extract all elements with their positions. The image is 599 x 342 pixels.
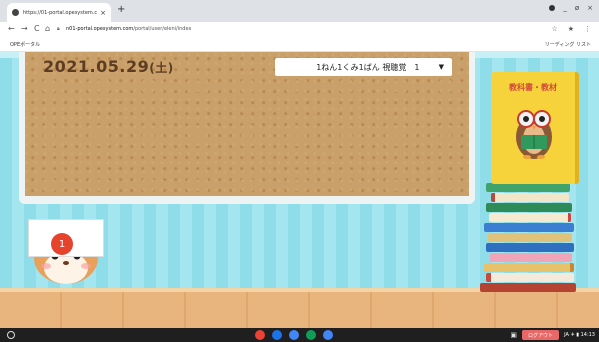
class-select-value: 1ねん1くみ1ばん 視聴覚 1 [316, 62, 420, 72]
url-path: /portal/user/eleni/index [133, 26, 192, 32]
close-window-button[interactable]: × [587, 4, 593, 12]
reload-button[interactable]: C [34, 24, 40, 33]
docs-app-icon[interactable] [289, 330, 299, 340]
book-blue [484, 223, 574, 232]
files-app-icon[interactable] [272, 330, 282, 340]
seal-badge[interactable]: 1 [51, 233, 73, 255]
profile-icon[interactable] [549, 5, 556, 11]
home-button[interactable]: ⌂ [45, 24, 50, 33]
shelf-apps [255, 330, 333, 340]
book-white [489, 213, 571, 222]
book-yellow [484, 263, 574, 272]
dropdown-arrow-icon: ▼ [438, 63, 444, 71]
address-toolbar: ← → C ⌂ 🔒︎ n01-portal.opesystem.com/port… [0, 22, 599, 39]
url-host: n01-portal.opesystem.com [66, 26, 134, 32]
logout-button[interactable]: ログアウト [522, 330, 560, 340]
restore-button[interactable]: ø [575, 4, 579, 12]
book-pink [490, 253, 572, 262]
os-taskbar: ▣ ログアウト JA ✈ ▮ 14:13 [0, 328, 599, 342]
reading-list-button[interactable]: リーディング リスト [545, 41, 591, 48]
book-green [486, 183, 570, 192]
book-navy [486, 243, 574, 252]
seal-number: 1 [58, 238, 66, 250]
textbook-title: 教科書・教材 [509, 83, 557, 92]
book-darkgreen [486, 203, 572, 212]
tab-title: https://01-portal.opesystem.c [23, 9, 98, 16]
toolbar-actions: ☆ ★ ⋮ [551, 25, 591, 33]
address-bar[interactable]: n01-portal.opesystem.com/portal/user/ele… [66, 26, 191, 32]
book-red [480, 283, 576, 292]
bookmark-opeportal[interactable]: OPEポータル [10, 41, 40, 48]
browser-tab[interactable]: https://01-portal.opesystem.c × [7, 3, 111, 22]
back-button[interactable]: ← [8, 24, 15, 33]
class-select-dropdown[interactable]: 1ねん1くみ1ばん 視聴覚 1 ▼ [275, 58, 452, 76]
favicon-icon [12, 9, 19, 16]
meet-app-icon[interactable] [323, 330, 333, 340]
date-display: 2021.05.29(土) [43, 57, 174, 76]
window-controls: _ ø × [549, 4, 593, 12]
minimize-button[interactable]: _ [563, 4, 567, 12]
date-text: 2021.05.29 [43, 57, 150, 76]
system-tray: ▣ ログアウト JA ✈ ▮ 14:13 [510, 330, 595, 340]
new-tab-button[interactable]: + [117, 4, 125, 16]
play-app-icon[interactable] [306, 330, 316, 340]
browser-window: https://01-portal.opesystem.c × + _ ø × … [0, 0, 599, 342]
book-tan [488, 233, 572, 242]
chrome-app-icon[interactable] [255, 330, 265, 340]
menu-icon[interactable]: ⋮ [584, 25, 591, 33]
extensions-icon[interactable]: ★ [568, 25, 574, 33]
launcher-icon[interactable] [7, 331, 15, 339]
screen-capture-icon[interactable]: ▣ [510, 331, 517, 339]
close-tab-icon[interactable]: × [100, 9, 106, 17]
star-icon[interactable]: ☆ [551, 25, 557, 33]
status-area[interactable]: JA ✈ ▮ 14:13 [564, 332, 595, 338]
book-cream [491, 193, 569, 202]
portal-page: 2021.05.29(土) 1ねん1くみ1ばん 視聴覚 1 ▼ 教科書・教材 1 [0, 52, 599, 328]
owl-icon [516, 110, 552, 159]
book-red-spine [486, 273, 574, 282]
bookmarks-bar: OPEポータル リーディング リスト [0, 39, 599, 52]
lock-icon[interactable]: 🔒︎ [57, 26, 60, 32]
forward-button[interactable]: → [21, 24, 28, 33]
day-of-week: (土) [149, 61, 174, 75]
tab-strip: https://01-portal.opesystem.c × + _ ø × [0, 0, 599, 22]
